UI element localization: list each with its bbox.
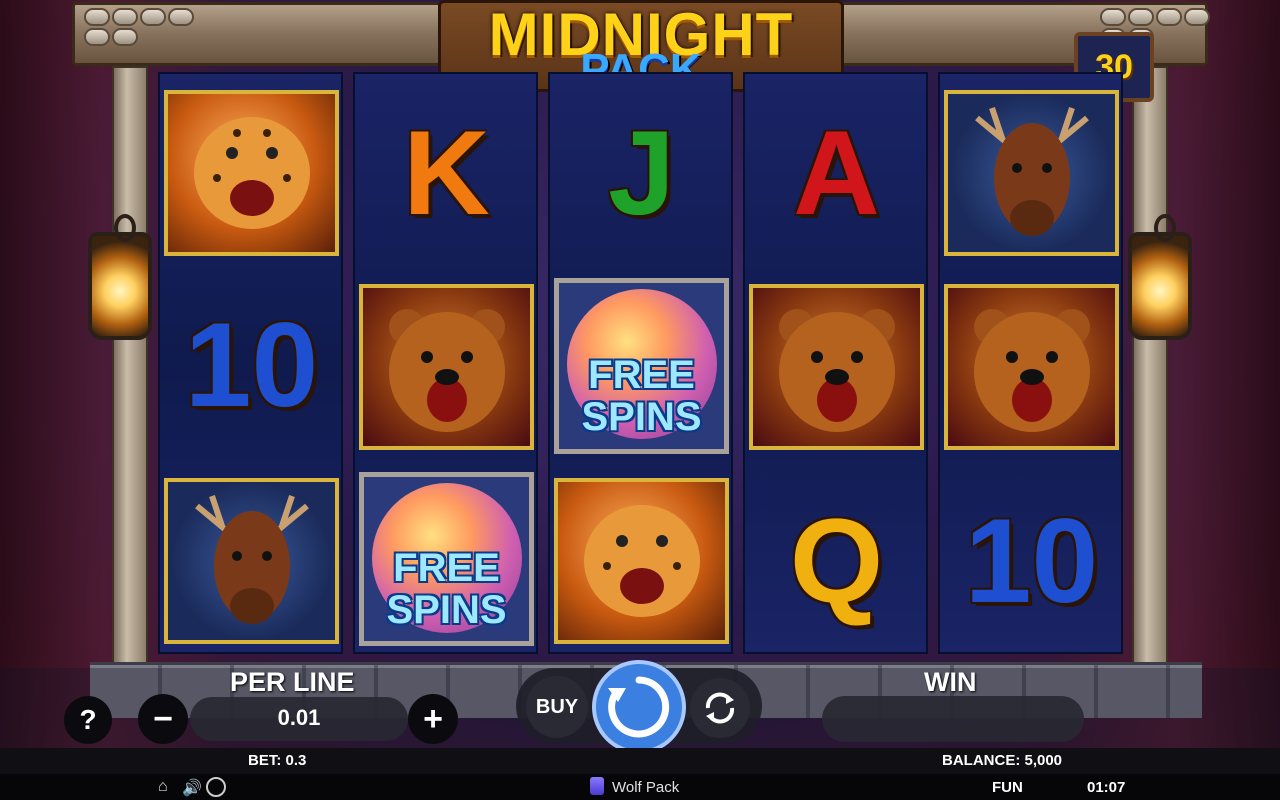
decrease-bet-button[interactable]: − xyxy=(138,694,188,744)
lantern-left-icon xyxy=(88,214,152,340)
leopard-icon xyxy=(558,482,725,640)
symbol-q: Q xyxy=(749,478,924,644)
reel-2: K FREE SPINS xyxy=(353,72,538,654)
spin-button[interactable] xyxy=(592,660,686,754)
game-title: Wolf Pack xyxy=(612,779,680,796)
reel-5: 10 xyxy=(938,72,1123,654)
moose-icon xyxy=(948,94,1115,252)
left-stone-pillar xyxy=(112,66,148,666)
per-line-value: 0.01 xyxy=(277,705,321,730)
bear-icon xyxy=(363,288,530,446)
bear-icon xyxy=(753,288,920,446)
symbol-j: J xyxy=(554,90,729,256)
symbol-a: A xyxy=(749,90,924,256)
clock: 01:07 xyxy=(1087,779,1126,796)
leopard-icon xyxy=(168,94,335,252)
reel-4: A Q xyxy=(743,72,928,654)
free-spins-text: FREE SPINS xyxy=(581,353,702,439)
symbol-ten-text: 10 xyxy=(964,494,1099,628)
autoplay-button[interactable] xyxy=(690,678,750,738)
symbol-ten: 10 xyxy=(944,478,1119,644)
per-line-label: PER LINE xyxy=(230,667,355,697)
play-mode: FUN xyxy=(992,779,1023,796)
symbol-bear xyxy=(749,284,924,450)
increase-bet-button[interactable]: + xyxy=(408,694,458,744)
bear-icon xyxy=(948,288,1115,446)
right-stone-pillar xyxy=(1132,66,1168,666)
symbol-ten: 10 xyxy=(164,282,339,448)
symbol-bear xyxy=(359,284,534,450)
spin-icon xyxy=(608,676,670,738)
symbol-q-text: Q xyxy=(789,494,884,628)
reel-1: 10 xyxy=(158,72,343,654)
balance: BALANCE: 5,000 xyxy=(942,752,1063,769)
provider-logo-icon xyxy=(590,777,604,795)
symbol-bear xyxy=(944,284,1119,450)
status-bar: BET: 0.3 BALANCE: 5,000 xyxy=(0,748,1280,774)
symbol-j-text: J xyxy=(608,106,675,240)
stone-decoration-left xyxy=(84,8,204,46)
bet-total: BET: 0.3 xyxy=(248,752,307,769)
settings-icon[interactable] xyxy=(206,777,226,797)
buy-feature-button[interactable]: BUY xyxy=(526,676,588,738)
symbol-leopard xyxy=(554,478,729,644)
symbol-free-spins: FREE SPINS xyxy=(359,472,534,646)
win-label: WIN xyxy=(924,667,977,697)
symbol-a-text: A xyxy=(793,106,880,240)
symbol-leopard xyxy=(164,90,339,256)
reel-3: J FREE SPINS xyxy=(548,72,733,654)
lantern-right-icon xyxy=(1128,214,1192,340)
win-display xyxy=(822,696,1084,742)
autoplay-icon xyxy=(705,692,735,724)
sound-icon[interactable]: 🔊 xyxy=(182,778,202,798)
moose-icon xyxy=(168,482,335,640)
symbol-free-spins: FREE SPINS xyxy=(554,278,729,454)
symbol-ten-text: 10 xyxy=(184,298,319,432)
symbol-k-text: K xyxy=(403,106,490,240)
symbol-k: K xyxy=(359,90,534,256)
symbol-moose xyxy=(164,478,339,644)
symbol-moose xyxy=(944,90,1119,256)
help-button[interactable]: ? xyxy=(64,696,112,744)
free-spins-text: FREE SPINS xyxy=(386,546,507,632)
home-icon[interactable]: ⌂ xyxy=(158,778,168,796)
footer-bar: ⌂ 🔊 Wolf Pack FUN 01:07 xyxy=(0,774,1280,800)
